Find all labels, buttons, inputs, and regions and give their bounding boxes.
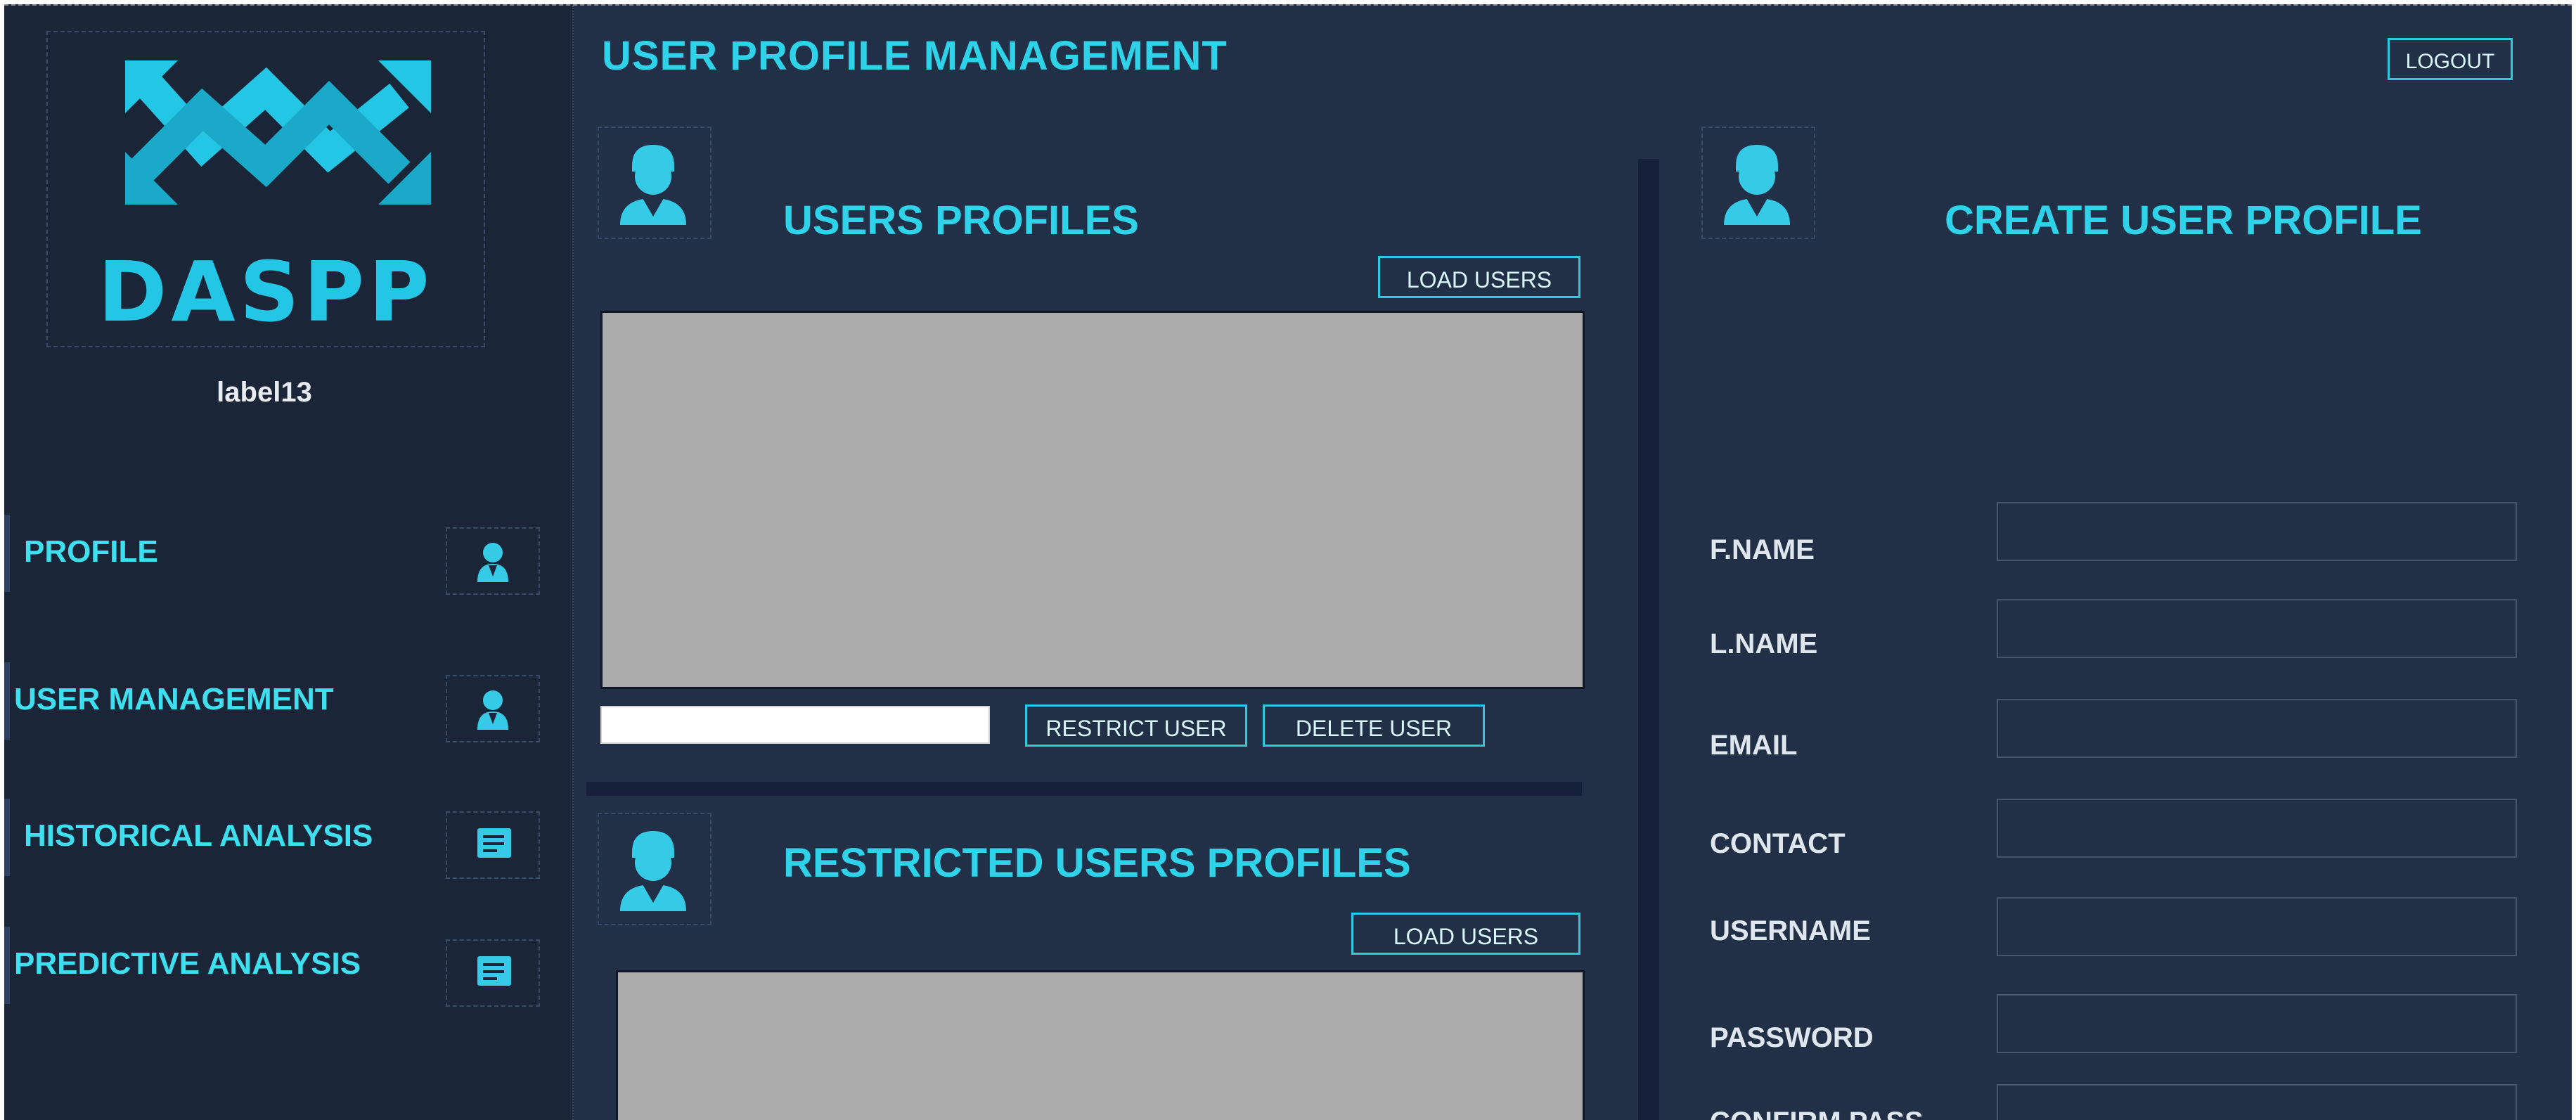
sidebar-item-label: HISTORICAL ANALYSIS [24,818,373,853]
logout-button[interactable]: LOGOUT [2388,38,2513,80]
logo: DASPP [46,31,485,347]
create-user-title: CREATE USER PROFILE [1945,198,2422,243]
load-users-button[interactable]: LOAD USERS [1378,256,1580,298]
users-grid[interactable] [600,311,1585,689]
username-field[interactable] [1997,897,2517,956]
logo-text: DASPP [98,243,434,340]
page-title: USER PROFILE MANAGEMENT [602,33,1228,79]
restrict-user-button[interactable]: RESTRICT USER [1025,704,1247,747]
email-field[interactable] [1997,699,2517,758]
nav-accent [4,515,10,592]
password-label: PASSWORD [1710,1022,1874,1053]
lname-label: L.NAME [1710,629,1818,659]
fname-label: F.NAME [1710,534,1815,565]
confirm-password-field[interactable] [1997,1084,2517,1120]
fname-field[interactable] [1997,502,2517,561]
nav-accent [4,662,10,740]
lname-field[interactable] [1997,599,2517,658]
sidebar-item-historical-analysis[interactable]: HISTORICAL ANALYSIS [4,799,553,879]
restricted-users-title: RESTRICTED USERS PROFILES [783,840,1411,886]
password-field[interactable] [1997,994,2517,1053]
users-profiles-title: USERS PROFILES [783,198,1139,243]
sidebar-item-predictive-analysis[interactable]: PREDICTIVE ANALYSIS [4,927,553,1007]
sidebar-item-label: PROFILE [24,534,158,569]
document-icon[interactable] [446,939,540,1007]
nav-accent [4,927,10,1004]
users-avatar-icon [598,127,711,239]
user-icon[interactable] [446,527,540,595]
restricted-avatar-icon [598,813,711,925]
load-restricted-users-button[interactable]: LOAD USERS [1351,913,1580,955]
sidebar-item-label: PREDICTIVE ANALYSIS [14,946,361,981]
sidebar-item-label: USER MANAGEMENT [14,682,334,716]
user-id-input[interactable] [600,706,990,744]
user-icon[interactable] [446,675,540,742]
contact-field[interactable] [1997,799,2517,858]
document-icon[interactable] [446,811,540,879]
username-label: USERNAME [1710,915,1871,946]
panel-divider [586,782,1582,796]
user-label: label13 [217,377,312,408]
app-window: DASPP label13 PROFILE USER MANAGEMENT HI… [4,4,2572,1120]
restricted-users-grid[interactable] [616,970,1585,1120]
arrows-logo-icon [125,60,431,205]
contact-label: CONTACT [1710,828,1846,859]
create-avatar-icon [1701,127,1815,239]
sidebar-item-profile[interactable]: PROFILE [4,515,553,595]
panel-divider-vertical [1638,159,1659,1120]
sidebar: DASPP label13 PROFILE USER MANAGEMENT HI… [4,6,574,1120]
delete-user-button[interactable]: DELETE USER [1263,704,1485,747]
confirm-password-label: CONFIRM PASS [1710,1107,1924,1120]
email-label: EMAIL [1710,730,1798,761]
sidebar-item-user-management[interactable]: USER MANAGEMENT [4,662,553,742]
nav-accent [4,799,10,876]
